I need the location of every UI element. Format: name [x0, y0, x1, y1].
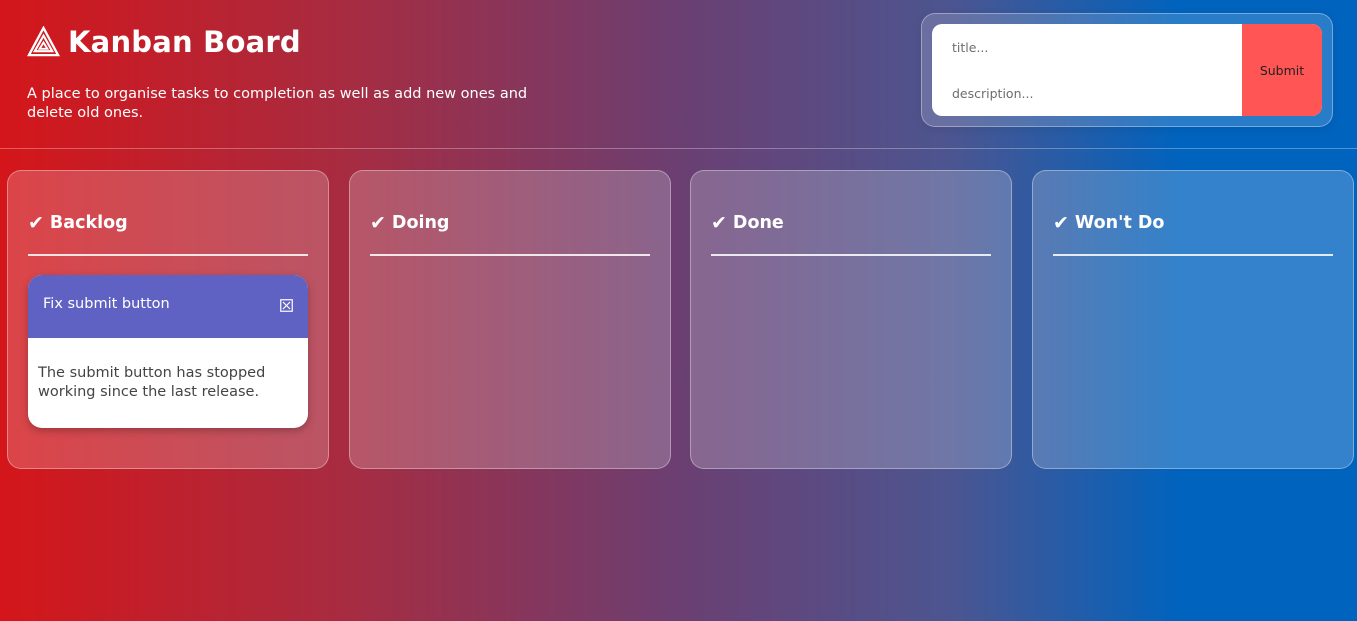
page-tagline: A place to organise tasks to completion … [27, 86, 528, 121]
close-box-icon[interactable] [280, 299, 293, 312]
triangle-logo-icon [27, 25, 60, 56]
column-divider [1053, 254, 1333, 256]
check-icon: ✔ [370, 212, 386, 234]
task-title: Fix submit button [43, 296, 170, 312]
page-title: Kanban Board [68, 25, 301, 59]
page-header: Kanban Board A place to organise tasks t… [0, 0, 1357, 149]
check-icon: ✔ [1053, 212, 1069, 234]
task-description-input[interactable] [932, 70, 1242, 116]
check-icon: ✔ [711, 212, 727, 234]
column-doing: ✔ Doing [349, 170, 671, 469]
column-done: ✔ Done [690, 170, 1012, 469]
brand: Kanban Board [27, 24, 301, 60]
column-title: Doing [391, 213, 450, 233]
task-description: The submit button has stopped working si… [38, 365, 266, 400]
new-task-form-inner: Submit [932, 24, 1322, 116]
column-title: Backlog [49, 213, 128, 233]
column-header: ✔ Done [711, 211, 991, 235]
submit-button[interactable]: Submit [1242, 24, 1322, 116]
column-title: Won't Do [1074, 213, 1165, 233]
task-card[interactable]: Fix submit button The submit button has … [28, 275, 308, 428]
task-title-input[interactable] [932, 24, 1242, 70]
check-icon: ✔ [28, 212, 44, 234]
column-header: ✔ Doing [370, 211, 650, 235]
new-task-form: Submit [921, 13, 1333, 127]
task-card-header: Fix submit button [28, 275, 308, 338]
column-backlog: ✔ Backlog Fix submit button The submit b… [7, 170, 329, 469]
column-divider [370, 254, 650, 256]
new-task-inputs [932, 24, 1242, 116]
column-title: Done [732, 213, 784, 233]
column-divider [28, 254, 308, 256]
column-divider [711, 254, 991, 256]
column-wont-do: ✔ Won't Do [1032, 170, 1354, 469]
column-header: ✔ Backlog [28, 211, 308, 235]
column-header: ✔ Won't Do [1053, 211, 1333, 235]
